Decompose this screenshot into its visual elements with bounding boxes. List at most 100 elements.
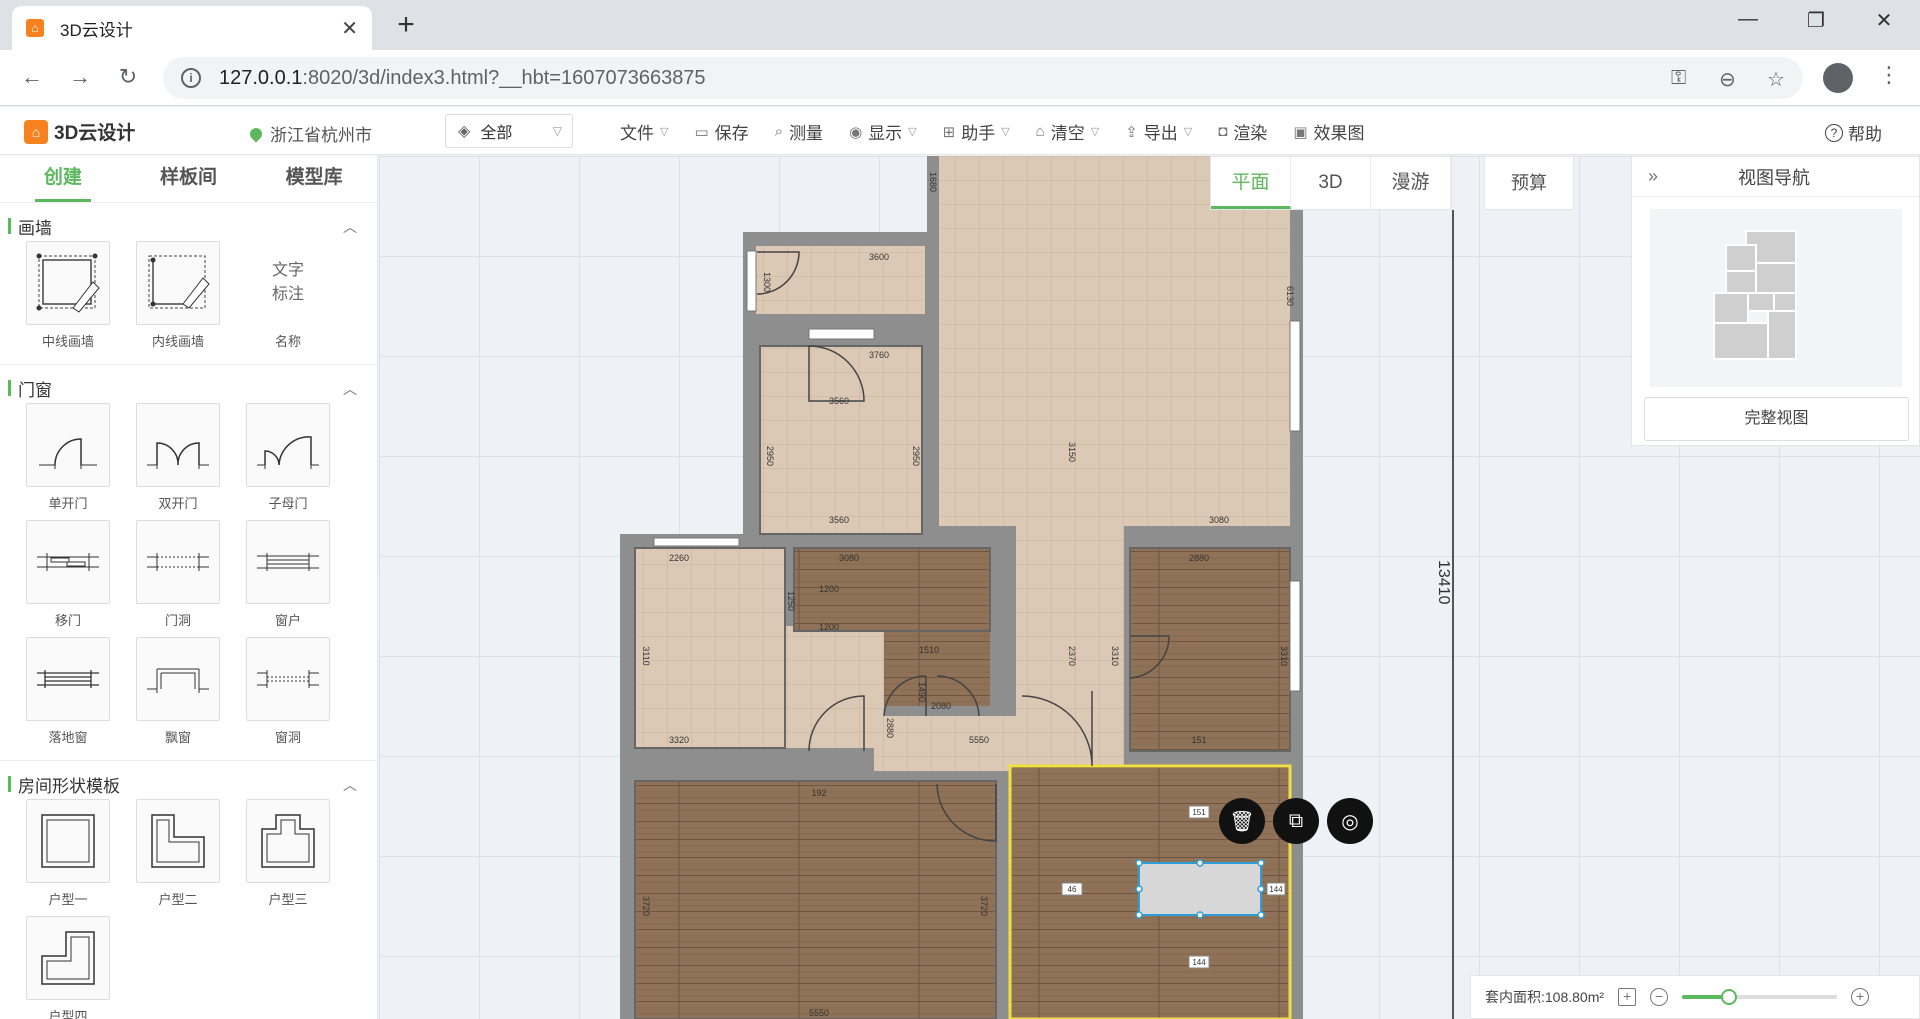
url-text: 127.0.0.1:8020/3d/index3.html?__hbt=1607…: [219, 66, 706, 89]
menu-measure[interactable]: ⌕ 测量: [775, 119, 823, 144]
hide-icon[interactable]: ◎: [1327, 798, 1373, 844]
browser-menu-icon[interactable]: ⋮: [1878, 62, 1900, 88]
location-selector[interactable]: 浙江省杭州市: [247, 121, 372, 146]
brush-icon: ⌂: [1035, 123, 1045, 140]
layer-select[interactable]: ◈ 全部 ▽: [445, 114, 573, 148]
menu-grid[interactable]: ⊞ 助手 ▽: [943, 119, 1010, 144]
view-tab-2[interactable]: 漫游: [1371, 157, 1451, 209]
tool-room-template-2[interactable]: 户型三: [246, 799, 356, 908]
zoom-out-icon[interactable]: −: [1650, 988, 1669, 1006]
tool-label: 窗户: [274, 613, 301, 628]
tool-centerline-wall[interactable]: 中线画墙: [26, 241, 136, 350]
tool-door-window-2[interactable]: 子母门: [246, 403, 356, 512]
restore-button[interactable]: ❐: [1796, 8, 1836, 33]
chevron-up-icon[interactable]: ︿: [343, 775, 357, 795]
svg-text:2880: 2880: [885, 718, 895, 738]
menu-label: 导出: [1143, 124, 1178, 143]
menu-label: 效果图: [1313, 124, 1365, 143]
close-tab-icon[interactable]: ✕: [341, 16, 358, 41]
menu-save[interactable]: ▭ 保存: [694, 119, 748, 144]
site-info-icon[interactable]: i: [181, 68, 201, 88]
new-tab-button[interactable]: +: [390, 10, 422, 42]
tool-text-label[interactable]: 文字 标注 名称: [246, 241, 356, 350]
help-icon: ?: [1825, 123, 1843, 142]
svg-text:5550: 5550: [809, 1008, 829, 1018]
zoom-icon[interactable]: ⊖: [1719, 67, 1736, 92]
copy-icon[interactable]: ⧉: [1273, 798, 1319, 844]
view-tab-0[interactable]: 平面: [1211, 157, 1291, 209]
navigator-preview[interactable]: [1650, 209, 1902, 387]
svg-text:1200: 1200: [819, 622, 839, 632]
view-tab-1[interactable]: 3D: [1291, 157, 1371, 209]
tool-door-window-8[interactable]: 窗洞: [246, 637, 356, 746]
help-button[interactable]: ? 帮助: [1825, 120, 1882, 145]
budget-button[interactable]: 预算: [1484, 156, 1574, 210]
tool-door-window-1[interactable]: 双开门: [136, 403, 246, 512]
fit-view-icon[interactable]: +: [1618, 988, 1637, 1006]
menu-export[interactable]: ⇪ 导出 ▽: [1125, 119, 1192, 144]
section-room-templates[interactable]: 房间形状模板 ︿: [0, 769, 377, 799]
menu-label: 文件: [620, 124, 654, 143]
menu-camera[interactable]: ◘ 渲染: [1218, 119, 1267, 144]
chevron-up-icon[interactable]: ︿: [343, 217, 357, 237]
menu-eye[interactable]: ◉ 显示 ▽: [849, 119, 917, 144]
tool-door-window-6[interactable]: 落地窗: [26, 637, 136, 746]
chevron-up-icon[interactable]: ︿: [343, 379, 357, 399]
sidebar-tab-0[interactable]: 创建: [0, 155, 126, 202]
tool-room-template-0[interactable]: 户型一: [26, 799, 136, 908]
section-draw-wall[interactable]: 画墙 ︿: [0, 211, 377, 241]
sidebar-tab-1[interactable]: 样板间: [126, 155, 252, 202]
close-window-button[interactable]: ✕: [1864, 8, 1904, 33]
tool-room-template-1[interactable]: 户型二: [136, 799, 246, 908]
profile-avatar[interactable]: [1823, 63, 1853, 93]
app-logo: ⌂ 3D云设计: [24, 118, 135, 145]
svg-text:3720: 3720: [979, 896, 989, 916]
browser-toolbar: ← → ↻ i 127.0.0.1:8020/3d/index3.html?__…: [0, 50, 1920, 106]
section-title: 门窗: [18, 380, 52, 400]
svg-text:2080: 2080: [931, 701, 951, 711]
full-view-button[interactable]: 完整视图: [1644, 397, 1909, 441]
view-navigator: » 视图导航 完整视图: [1631, 156, 1920, 446]
reload-icon[interactable]: ↻: [112, 64, 144, 90]
forward-icon[interactable]: →: [64, 64, 96, 90]
centerline-wall-icon: [26, 241, 110, 325]
bookmark-star-icon[interactable]: ☆: [1767, 67, 1785, 92]
tool-door-window-7[interactable]: 飘窗: [136, 637, 246, 746]
sidebar-tab-2[interactable]: 模型库: [251, 155, 377, 202]
section-doors-windows[interactable]: 门窗 ︿: [0, 373, 377, 403]
tool-door-window-4[interactable]: 门洞: [136, 520, 246, 629]
zoom-slider[interactable]: [1682, 989, 1838, 1005]
image-icon: ▣: [1293, 123, 1308, 141]
delete-icon[interactable]: 🗑: [1219, 798, 1265, 844]
menu-brush[interactable]: ⌂ 清空 ▽: [1036, 119, 1100, 144]
zoom-in-icon[interactable]: +: [1851, 988, 1870, 1006]
menu-file[interactable]: 文件 ▽: [620, 119, 668, 144]
tool-door-window-0[interactable]: 单开门: [26, 403, 136, 512]
door-window-icon: [26, 520, 110, 604]
tool-label: 单开门: [48, 496, 88, 511]
selected-furniture: [1138, 862, 1262, 916]
zoom-slider-knob[interactable]: [1720, 989, 1737, 1005]
door-window-icon: [246, 520, 330, 604]
expand-navigator-icon[interactable]: »: [1648, 166, 1658, 187]
svg-text:3150: 3150: [1067, 442, 1077, 462]
innerline-wall-icon: [136, 241, 220, 325]
tool-innerline-wall[interactable]: 内线画墙: [136, 241, 246, 350]
tool-label: 窗洞: [274, 730, 301, 745]
tool-label: 户型一: [48, 892, 88, 907]
tool-room-template-3[interactable]: 户型四: [26, 916, 136, 1019]
svg-text:3080: 3080: [1209, 515, 1229, 525]
address-bar[interactable]: i 127.0.0.1:8020/3d/index3.html?__hbt=16…: [163, 57, 1803, 99]
svg-text:1300: 1300: [762, 272, 772, 292]
svg-text:3310: 3310: [1279, 646, 1289, 666]
back-icon[interactable]: ←: [16, 64, 48, 90]
svg-text:1510: 1510: [919, 645, 939, 655]
tool-label: 双开门: [158, 496, 198, 511]
minimize-button[interactable]: —: [1728, 8, 1768, 31]
tool-door-window-3[interactable]: 移门: [26, 520, 136, 629]
browser-tab[interactable]: ⌂ 3D云设计 ✕: [12, 6, 372, 50]
app-header: ⌂ 3D云设计 浙江省杭州市 ◈ 全部 ▽ 文件 ▽ ▭ 保存 ⌕ 测量 ◉ 显示 ▽ ⊞ 助手 ▽ ⌂…: [0, 107, 1920, 155]
tool-door-window-5[interactable]: 窗户: [246, 520, 356, 629]
menu-image[interactable]: ▣ 效果图: [1293, 119, 1364, 144]
key-icon[interactable]: ⚿: [1671, 67, 1686, 90]
